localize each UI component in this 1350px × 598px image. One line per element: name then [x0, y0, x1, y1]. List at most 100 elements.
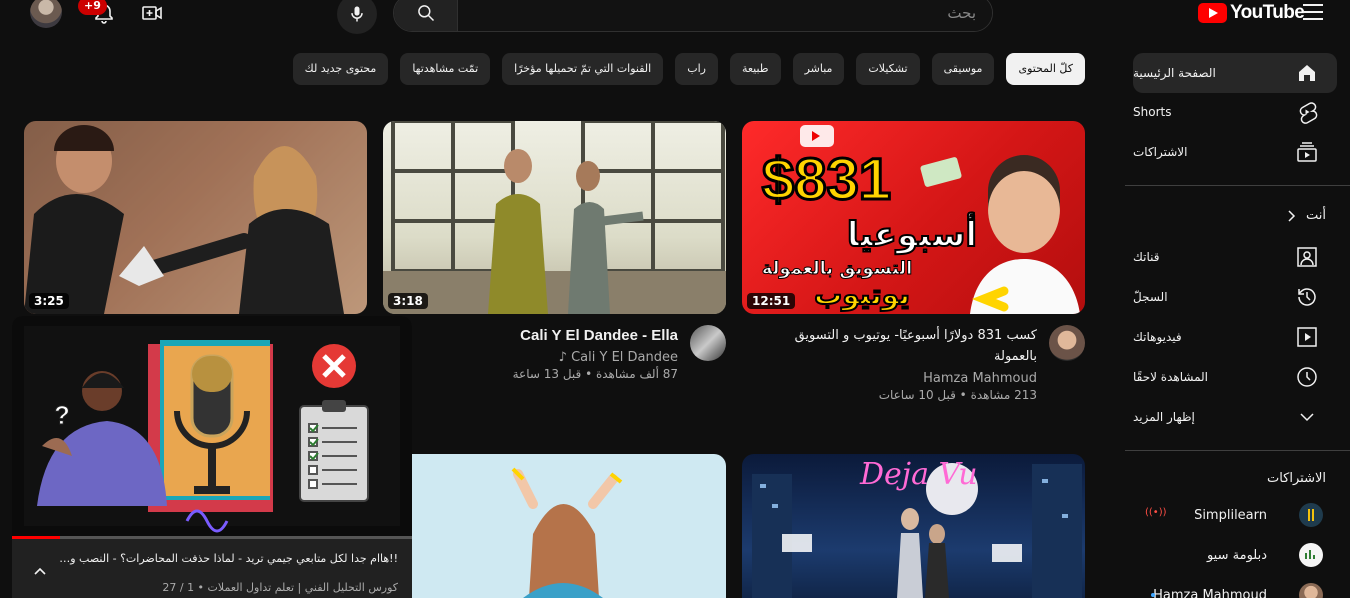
shorts-icon — [1299, 102, 1318, 124]
sidebar-item-subscriptions[interactable]: الاشتراكات — [1133, 132, 1337, 172]
top-bar: +9 YouTube — [0, 0, 1350, 34]
thumbnail-artwork: Deja Vu — [752, 457, 1082, 598]
video-channel[interactable]: Hamza Mahmoud — [775, 371, 1037, 386]
sidebar-item-your-videos[interactable]: فيديوهاتك — [1133, 317, 1337, 357]
chip-live[interactable]: مباشر — [792, 53, 845, 85]
live-broadcast-icon: ((•)) — [1145, 507, 1167, 518]
thumbnail-artwork — [24, 121, 367, 314]
miniplayer-artwork: ? — [24, 326, 400, 533]
miniplayer-title[interactable]: !!هاام جدا لكل متابعي جيمي تريد - لماذا … — [58, 552, 398, 565]
thumbnail-artwork: $831 أسبوعيا التسويق بالعمولة يوتيوب — [761, 125, 1080, 314]
sidebar-item-history[interactable]: السجلّ — [1133, 277, 1337, 317]
thumb-text-affiliate: التسويق بالعمولة — [762, 258, 913, 279]
video-duration: 3:18 — [388, 293, 428, 309]
menu-icon[interactable] — [1303, 4, 1323, 22]
thumbnail-artwork — [383, 121, 726, 314]
hamza-mahmoud-avatar — [1299, 583, 1323, 598]
chip-mixes[interactable]: تشكيلات — [856, 53, 920, 85]
chip-music[interactable]: موسيقى — [931, 53, 995, 85]
music-note-icon: ♪ — [558, 350, 567, 365]
sidebar-item-label: قناتك — [1133, 250, 1160, 264]
sidebar-item-label: Shorts — [1133, 105, 1172, 119]
sidebar-item-label: السجلّ — [1133, 290, 1168, 304]
thumb-text-amount: $831 — [762, 147, 891, 212]
channel-avatar-hamza[interactable] — [1049, 325, 1085, 361]
logo-text: YouTube — [1230, 2, 1305, 23]
subscriptions-icon — [1297, 142, 1317, 162]
miniplayer-progress-fill — [12, 536, 60, 539]
seo-diploma-avatar — [1299, 543, 1323, 567]
miniplayer-playlist-info: كورس التحليل الفني | تعلم تداول العملات … — [162, 581, 398, 594]
sidebar-item-label: الاشتراكات — [1133, 145, 1188, 159]
subscription-name: Hamza Mahmoud — [1153, 587, 1267, 598]
your-channel-icon — [1297, 247, 1317, 267]
thumb-text-youtube: يوتيوب — [814, 278, 910, 311]
chip-all[interactable]: كلّ المحتوى — [1006, 53, 1085, 85]
sidebar-item-label: إظهار المزيد — [1133, 410, 1195, 424]
youtube-play-logo-icon — [1198, 3, 1227, 23]
subscription-name: Simplilearn — [1194, 507, 1267, 523]
search-icon — [417, 5, 434, 22]
subscription-item-hamza-mahmoud[interactable]: Hamza Mahmoud — [1133, 575, 1337, 598]
chip-new-to-you[interactable]: محتوى جديد لك — [292, 53, 389, 85]
search-input[interactable] — [458, 0, 992, 31]
miniplayer-progress-bar[interactable] — [12, 536, 412, 539]
chevron-down-icon — [1300, 413, 1314, 422]
thumb-text-weekly: أسبوعيا — [847, 212, 977, 255]
sidebar-item-label: المشاهدة لاحقًا — [1133, 370, 1209, 384]
video-thumbnail-1[interactable]: $831 أسبوعيا التسويق بالعمولة يوتيوب 12:… — [742, 121, 1085, 314]
sidebar-you-heading[interactable]: أنت — [1284, 208, 1326, 224]
youtube-logo[interactable]: YouTube — [1198, 2, 1305, 24]
video-title[interactable]: كسب 831 دولارًا أسبوعيًا- يوتيوب و التسو… — [775, 325, 1037, 367]
filter-chips-bar: كلّ المحتوى موسيقى تشكيلات مباشر طبيعة ر… — [292, 53, 1085, 85]
create-video-icon[interactable] — [140, 1, 164, 25]
sidebar-item-home[interactable]: الصفحة الرئيسية — [1133, 53, 1337, 93]
miniplayer-video[interactable]: ? — [12, 316, 412, 536]
sidebar-item-your-channel[interactable]: قناتك — [1133, 237, 1337, 277]
video-thumbnail-5[interactable] — [383, 454, 726, 598]
video-channel[interactable]: Cali Y El Dandee ♪ — [416, 350, 678, 365]
thumbnail-artwork — [511, 467, 623, 598]
chip-watched[interactable]: تمّت مشاهدتها — [400, 53, 491, 85]
thumb-text-neon: Deja Vu — [859, 457, 978, 492]
video-title[interactable]: Cali Y El Dandee - Ella — [416, 325, 678, 346]
notification-count-badge: +9 — [78, 0, 107, 15]
video-thumbnail-3[interactable]: 3:25 — [24, 121, 367, 314]
chip-recently-uploaded[interactable]: القنوات التي تمّ تحميلها مؤخرًا — [502, 53, 664, 85]
microphone-icon — [351, 6, 363, 22]
search-button[interactable] — [394, 0, 458, 31]
sidebar-subscriptions-heading: الاشتراكات — [1266, 471, 1326, 486]
channel-avatar-cali[interactable] — [690, 325, 726, 361]
chevron-up-icon[interactable] — [32, 564, 48, 580]
miniplayer[interactable]: ? !!هاام جدا لكل متابعي جيمي تريد - لماذ… — [12, 316, 412, 598]
video-meta: 87 ألف مشاهدة • قبل 13 ساعة — [512, 367, 678, 381]
video-meta: 213 مشاهدة • قبل 10 ساعات — [878, 388, 1037, 402]
sidebar-divider — [1125, 450, 1350, 451]
home-icon — [1299, 65, 1315, 81]
video-duration: 12:51 — [747, 293, 796, 309]
sidebar-item-show-more[interactable]: إظهار المزيد — [1133, 397, 1337, 437]
history-icon — [1298, 288, 1316, 306]
sidebar-item-label: فيديوهاتك — [1133, 330, 1182, 344]
watch-later-icon — [1297, 367, 1317, 387]
chip-nature[interactable]: طبيعة — [729, 53, 781, 85]
chip-rap[interactable]: راب — [675, 53, 718, 85]
video-info-1: كسب 831 دولارًا أسبوعيًا- يوتيوب و التسو… — [775, 325, 1037, 402]
chevron-left-icon — [1288, 210, 1296, 222]
simplilearn-avatar — [1299, 503, 1323, 527]
sidebar-divider — [1125, 185, 1350, 186]
video-thumbnail-2[interactable]: 3:18 — [383, 121, 726, 314]
account-avatar[interactable] — [30, 0, 62, 28]
search-bar — [393, 0, 993, 32]
sidebar-item-watch-later[interactable]: المشاهدة لاحقًا — [1133, 357, 1337, 397]
video-duration: 3:25 — [29, 293, 69, 309]
sidebar-item-shorts[interactable]: Shorts — [1133, 92, 1337, 132]
subscription-item-simplilearn[interactable]: ((•)) Simplilearn — [1133, 495, 1337, 535]
voice-search-button[interactable] — [337, 0, 377, 34]
subscription-item-seo-diploma[interactable]: دبلومة سيو — [1133, 535, 1337, 575]
video-thumbnail-4[interactable]: Deja Vu — [742, 454, 1085, 598]
question-mark-icon: ? — [54, 400, 70, 430]
sidebar-item-label: الصفحة الرئيسية — [1133, 66, 1216, 80]
sidebar: الصفحة الرئيسية Shorts الاشتراكات أنت قن… — [1125, 50, 1350, 598]
subscription-name: دبلومة سيو — [1206, 547, 1267, 563]
